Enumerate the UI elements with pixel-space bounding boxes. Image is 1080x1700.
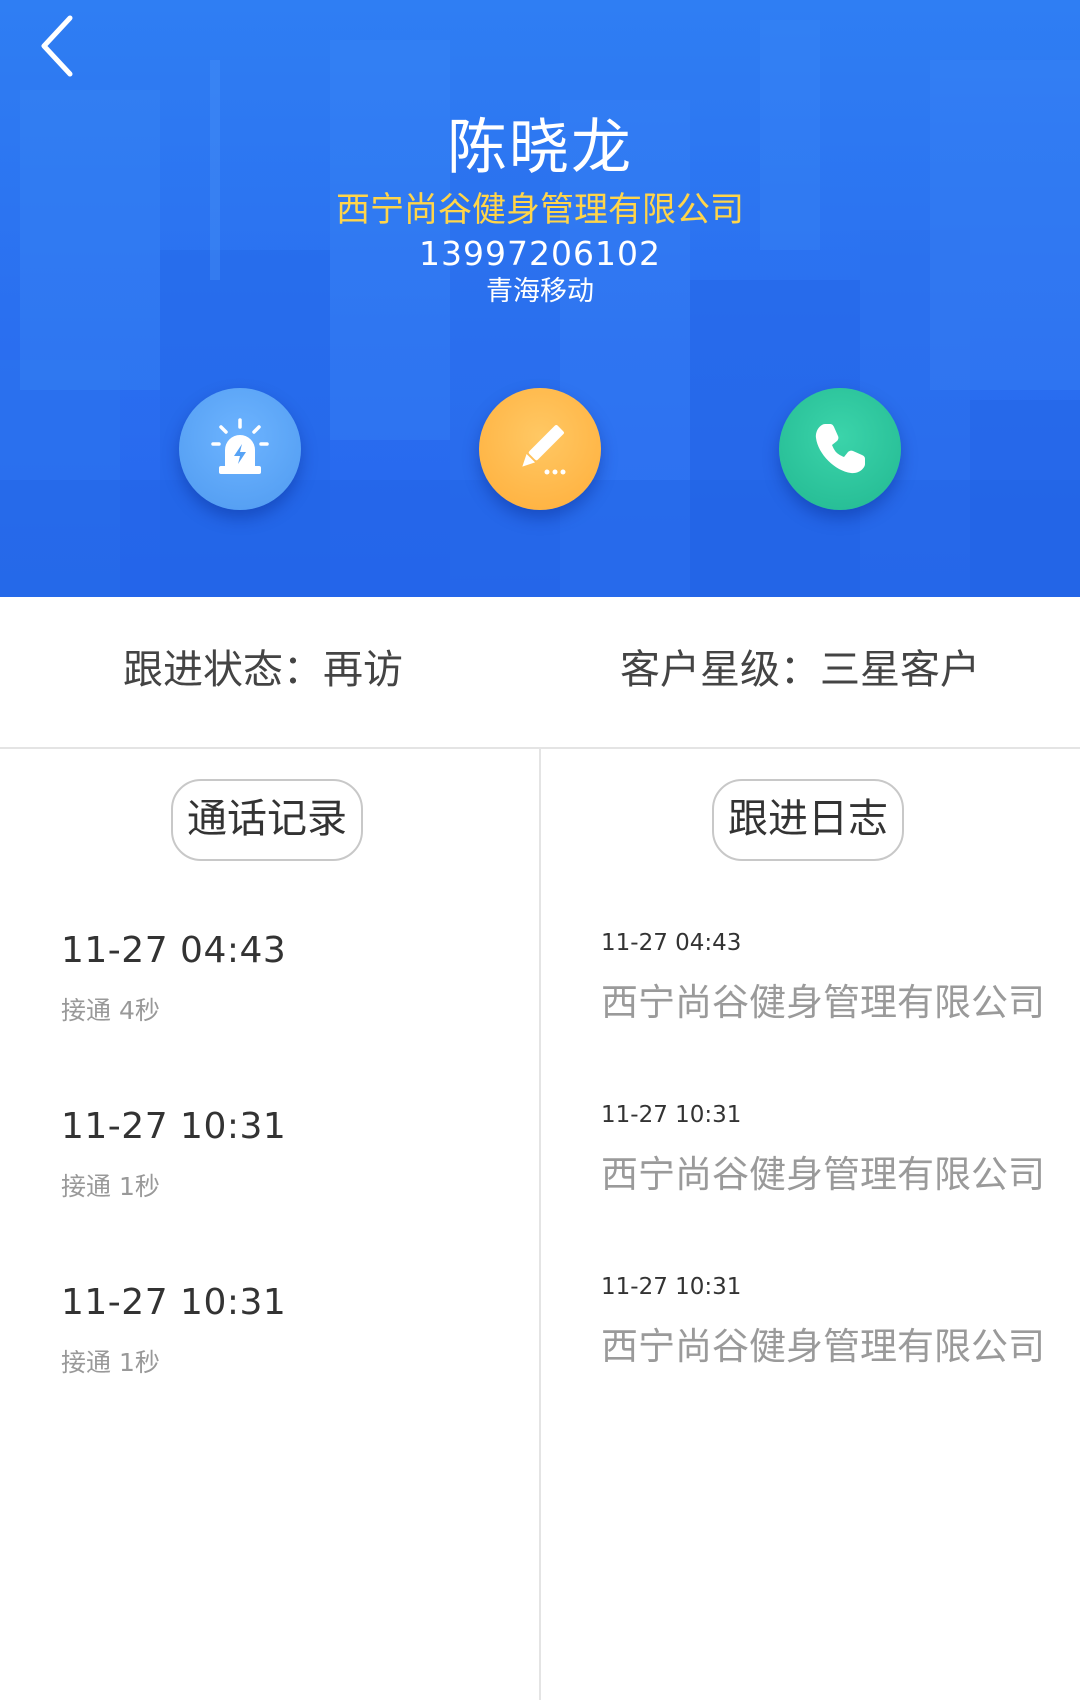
call-status: 接通 1秒 <box>61 1348 160 1377</box>
follow-log-item[interactable]: 11-27 04:43 西宁尚谷健身管理有限公司 <box>601 928 1061 1026</box>
chevron-left-icon <box>41 15 73 77</box>
log-text: 西宁尚谷健身管理有限公司 <box>601 1153 1045 1196</box>
call-time: 11-27 10:31 <box>61 1106 287 1147</box>
call-record-item[interactable]: 11-27 10:31 接通 1秒 <box>61 1281 521 1379</box>
customer-level-label: 客户星级： <box>620 647 820 693</box>
contact-company: 西宁尚谷健身管理有限公司 <box>336 190 744 230</box>
call-status: 接通 1秒 <box>61 1172 160 1201</box>
back-button[interactable] <box>36 14 80 78</box>
edit-button[interactable] <box>479 388 601 510</box>
call-record-item[interactable]: 11-27 10:31 接通 1秒 <box>61 1105 521 1203</box>
log-time: 11-27 04:43 <box>601 930 742 956</box>
log-time: 11-27 10:31 <box>601 1102 742 1128</box>
status-row: 跟进状态：再访 客户星级：三星客户 <box>0 597 1080 749</box>
column-divider <box>539 749 541 1700</box>
customer-level: 客户星级：三星客户 <box>620 645 980 695</box>
follow-log-item[interactable]: 11-27 10:31 西宁尚谷健身管理有限公司 <box>601 1100 1061 1198</box>
follow-log-item[interactable]: 11-27 10:31 西宁尚谷健身管理有限公司 <box>601 1272 1061 1370</box>
alert-button[interactable] <box>179 388 301 510</box>
call-time: 11-27 04:43 <box>61 930 287 971</box>
alarm-siren-icon <box>211 418 269 474</box>
tab-follow-log[interactable]: 跟进日志 <box>712 779 904 861</box>
contact-header: 陈晓龙 西宁尚谷健身管理有限公司 13997206102 青海移动 <box>0 0 1080 597</box>
customer-level-value: 三星客户 <box>820 647 980 693</box>
contact-phone: 13997206102 <box>419 234 661 273</box>
log-time: 11-27 10:31 <box>601 1274 742 1300</box>
contact-name: 陈晓龙 <box>447 113 633 183</box>
edit-pencil-icon <box>522 425 566 475</box>
log-text: 西宁尚谷健身管理有限公司 <box>601 1325 1045 1368</box>
tab-call-records[interactable]: 通话记录 <box>171 779 363 861</box>
call-button[interactable] <box>779 388 901 510</box>
follow-status-label: 跟进状态： <box>123 647 323 693</box>
call-status: 接通 4秒 <box>61 996 160 1025</box>
log-text: 西宁尚谷健身管理有限公司 <box>601 981 1045 1024</box>
follow-status: 跟进状态：再访 <box>123 645 403 695</box>
call-record-item[interactable]: 11-27 04:43 接通 4秒 <box>61 929 521 1027</box>
phone-call-icon <box>815 424 865 474</box>
follow-status-value: 再访 <box>323 647 403 693</box>
contact-carrier: 青海移动 <box>486 276 594 307</box>
call-time: 11-27 10:31 <box>61 1282 287 1323</box>
